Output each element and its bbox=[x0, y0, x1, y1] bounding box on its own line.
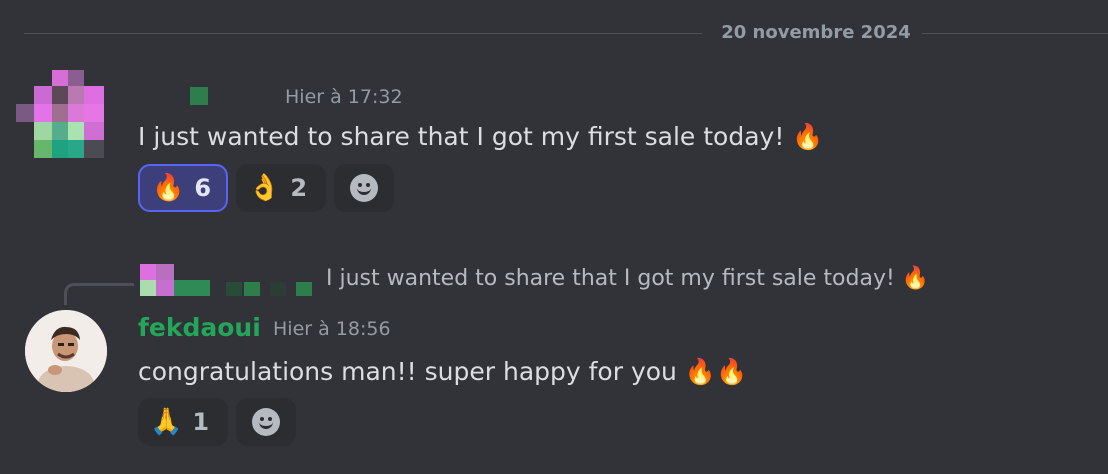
reaction-pray[interactable]: 🙏 1 bbox=[138, 398, 228, 446]
avatar[interactable] bbox=[16, 68, 104, 158]
ok-hand-emoji-icon: 👌 bbox=[248, 173, 281, 203]
reaction-fire[interactable]: 🔥 6 bbox=[138, 164, 228, 212]
date-divider: 20 novembre 2024 bbox=[24, 20, 1108, 46]
reaction-count: 1 bbox=[192, 408, 210, 436]
folded-hands-emoji-icon: 🙏 bbox=[150, 407, 183, 437]
divider-line-right bbox=[922, 33, 1108, 34]
message-text: congratulations man!! super happy for yo… bbox=[138, 357, 748, 386]
user-photo-icon bbox=[25, 310, 107, 392]
reply-connector bbox=[64, 283, 134, 305]
username[interactable]: fekdaoui bbox=[138, 313, 261, 342]
message-timestamp: Hier à 17:32 bbox=[285, 86, 403, 108]
add-reaction-button[interactable] bbox=[236, 398, 296, 446]
reaction-count: 2 bbox=[290, 174, 308, 202]
avatar[interactable] bbox=[25, 310, 107, 392]
divider-line-left bbox=[24, 33, 702, 34]
smiley-add-icon bbox=[350, 174, 378, 202]
message-timestamp: Hier à 18:56 bbox=[273, 318, 391, 340]
divider-date: 20 novembre 2024 bbox=[721, 22, 911, 43]
reaction-ok-hand[interactable]: 👌 2 bbox=[236, 164, 326, 212]
smiley-add-icon bbox=[252, 408, 280, 436]
add-reaction-button[interactable] bbox=[334, 164, 394, 212]
fire-emoji-icon: 🔥 bbox=[152, 173, 185, 203]
reply-preview-text[interactable]: I just wanted to share that I got my fir… bbox=[326, 266, 929, 291]
message-text: I just wanted to share that I got my fir… bbox=[138, 122, 824, 151]
reaction-count: 6 bbox=[194, 174, 212, 202]
